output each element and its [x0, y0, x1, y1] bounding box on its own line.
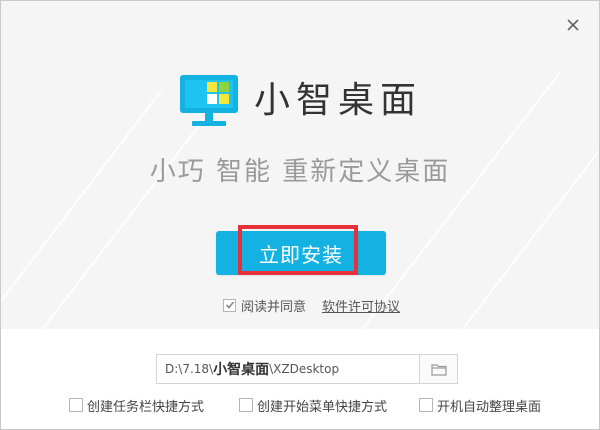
option-label: 创建任务栏快捷方式 [87, 399, 205, 415]
agree-label: 阅读并同意 [241, 299, 307, 315]
browse-button[interactable] [420, 354, 458, 384]
agree-checkbox[interactable] [223, 298, 236, 312]
close-icon [567, 19, 579, 31]
check-icon [225, 301, 234, 309]
path-suffix: \XZDesktop [269, 362, 340, 376]
install-button[interactable]: 立即安装 [216, 225, 386, 275]
option-taskbar-shortcut[interactable]: 创建任务栏快捷方式 [69, 396, 205, 415]
app-title: 小智桌面 [253, 80, 422, 121]
installer-window: 小智桌面 小巧 智能 重新定义桌面 立即安装 阅读并同意 软件许可协议 D:\7… [0, 0, 600, 430]
header-panel: 小智桌面 小巧 智能 重新定义桌面 立即安装 阅读并同意 软件许可协议 [1, 1, 599, 329]
option-label: 开机自动整理桌面 [437, 399, 542, 415]
install-button-label: 立即安装 [259, 242, 343, 267]
startmenu-shortcut-checkbox[interactable] [239, 398, 253, 412]
slogan: 小巧 智能 重新定义桌面 [149, 157, 451, 187]
install-path-input[interactable]: D:\7.18\ 小智桌面 \XZDesktop [156, 354, 420, 384]
taskbar-shortcut-checkbox[interactable] [69, 398, 83, 412]
close-button[interactable] [561, 13, 585, 37]
path-prefix: D:\7.18\ [165, 362, 214, 376]
agreement-row: 阅读并同意 软件许可协议 [223, 296, 400, 315]
path-bold: 小智桌面 [213, 362, 270, 378]
option-startmenu-shortcut[interactable]: 创建开始菜单快捷方式 [239, 396, 388, 415]
folder-icon [430, 363, 447, 376]
brand-row: 小智桌面 [1, 73, 599, 129]
license-link[interactable]: 软件许可协议 [322, 296, 400, 315]
options-panel: D:\7.18\ 小智桌面 \XZDesktop 创建任务栏快捷方式 创建开始菜单快… [1, 329, 599, 429]
option-label: 创建开始菜单快捷方式 [257, 399, 388, 415]
monitor-icon [179, 75, 238, 126]
option-auto-organize[interactable]: 开机自动整理桌面 [419, 396, 542, 415]
auto-organize-checkbox[interactable] [419, 398, 433, 412]
